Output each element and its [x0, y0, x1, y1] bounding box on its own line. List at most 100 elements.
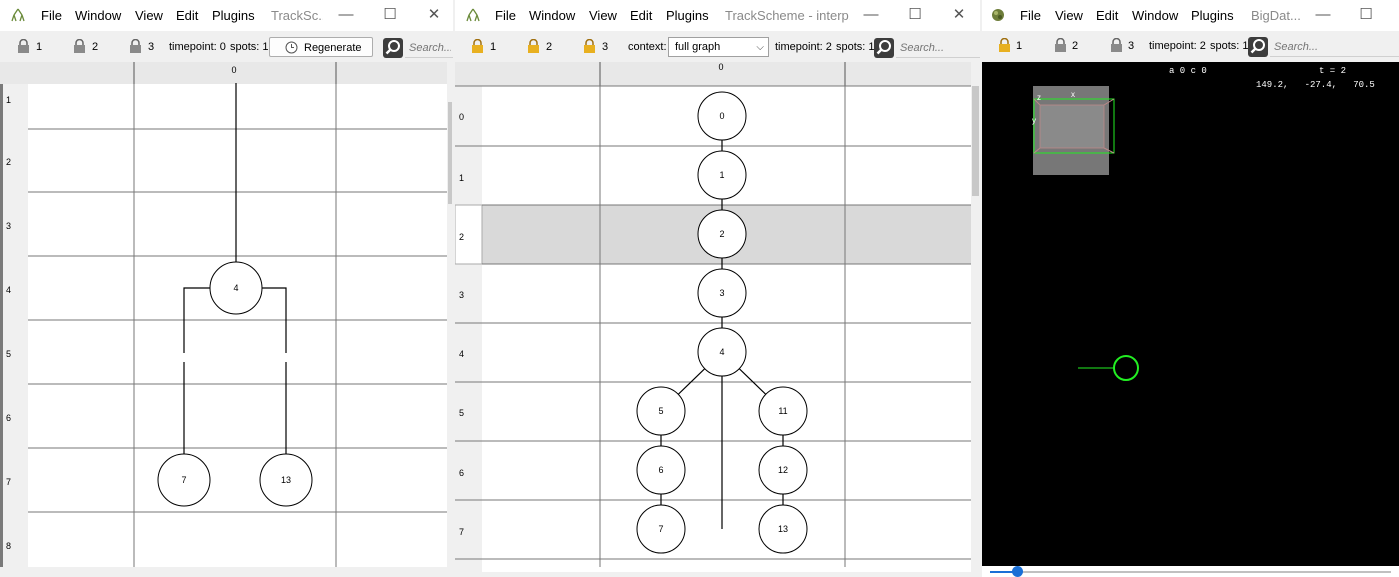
lock-3-label: 3 — [148, 41, 155, 53]
menu-window[interactable]: Window — [1132, 8, 1178, 23]
search-input[interactable] — [896, 38, 980, 58]
node-4[interactable]: 4 — [697, 327, 747, 377]
column-header: 0 — [231, 65, 236, 75]
search-button[interactable] — [874, 38, 894, 58]
node-1[interactable]: 1 — [697, 150, 747, 200]
trackscheme-window-1: File Window View Edit Plugins TrackSc...… — [0, 0, 453, 577]
regenerate-label: Regenerate — [304, 42, 362, 54]
menu-edit[interactable]: Edit — [1096, 8, 1118, 23]
row-label: 0 — [459, 112, 464, 122]
node-7[interactable]: 7 — [636, 504, 686, 554]
row-label: 6 — [6, 413, 11, 423]
lock-icon[interactable] — [527, 39, 540, 53]
lock-icon[interactable] — [17, 39, 30, 53]
axis-y-label: y — [1032, 116, 1036, 125]
search-button[interactable] — [1248, 37, 1268, 57]
context-select[interactable]: full graph ⌵ — [668, 37, 769, 57]
minimize-icon[interactable]: — — [1312, 5, 1334, 25]
menu-file[interactable]: File — [495, 8, 516, 23]
svg-text:13: 13 — [281, 475, 291, 485]
node-13[interactable]: 13 — [259, 453, 313, 507]
node-5[interactable]: 5 — [636, 386, 686, 436]
node-11[interactable]: 11 — [758, 386, 808, 436]
row-label: 4 — [459, 349, 464, 359]
svg-text:11: 11 — [778, 406, 787, 416]
row-label: 4 — [6, 285, 11, 295]
lock-icon[interactable] — [73, 39, 86, 53]
window-title: TrackSc... — [271, 8, 323, 23]
menu-file[interactable]: File — [41, 8, 62, 23]
close-icon[interactable]: ✕ — [423, 5, 445, 25]
menu-view[interactable]: View — [589, 8, 617, 23]
window-title: BigDat... — [1251, 8, 1301, 23]
node-0[interactable]: 0 — [697, 91, 747, 141]
menu-file[interactable]: File — [1020, 8, 1041, 23]
svg-text:0: 0 — [719, 111, 724, 121]
menu-plugins[interactable]: Plugins — [212, 8, 255, 23]
lock-1-label: 1 — [490, 41, 497, 53]
title-bar[interactable]: File Window View Edit Plugins TrackSchem… — [455, 0, 980, 31]
menu-edit[interactable]: Edit — [176, 8, 198, 23]
trackscheme-window-2: File Window View Edit Plugins TrackSchem… — [455, 0, 980, 577]
lock-2-label: 2 — [1072, 40, 1079, 52]
close-icon[interactable]: ✕ — [948, 5, 970, 25]
lock-icon[interactable] — [129, 39, 142, 53]
lock-icon[interactable] — [1110, 38, 1123, 52]
trackscheme-graph[interactable]: 0 1 2 3 4 5 6 7 8 4 7 13 — [0, 62, 453, 577]
row-label: 8 — [6, 541, 11, 551]
minimize-icon[interactable]: — — [860, 5, 882, 25]
row-label: 5 — [6, 349, 11, 359]
lock-1-label: 1 — [36, 41, 43, 53]
menu-window[interactable]: Window — [529, 8, 575, 23]
search-input[interactable] — [405, 38, 453, 58]
bdv-viewer-canvas[interactable]: a 0 c 0 t = 2 149.2, -27.4, 70.5 x z y — [982, 62, 1399, 566]
toolbar: 1 2 3 timepoint: 2 spots: 1 — [982, 31, 1399, 62]
coords-overlay: 149.2, -27.4, 70.5 — [1256, 80, 1375, 90]
node-3[interactable]: 3 — [697, 268, 747, 318]
lock-icon[interactable] — [1054, 38, 1067, 52]
node-12[interactable]: 12 — [758, 445, 808, 495]
row-label: 1 — [6, 95, 11, 105]
regenerate-button[interactable]: Regenerate — [269, 37, 373, 57]
node-4[interactable]: 4 — [209, 261, 263, 315]
node-6[interactable]: 6 — [636, 445, 686, 495]
menu-plugins[interactable]: Plugins — [666, 8, 709, 23]
svg-text:6: 6 — [658, 465, 663, 475]
lock-2-label: 2 — [92, 41, 99, 53]
mastodon-app-icon — [466, 8, 480, 22]
menu-window[interactable]: Window — [75, 8, 121, 23]
timepoint-slider[interactable] — [982, 566, 1399, 577]
menu-edit[interactable]: Edit — [630, 8, 652, 23]
context-value: full graph — [675, 41, 721, 53]
maximize-icon[interactable]: ☐ — [904, 5, 926, 25]
title-bar[interactable]: File Window View Edit Plugins TrackSc...… — [0, 0, 453, 31]
maximize-icon[interactable]: ☐ — [379, 5, 401, 25]
timepoint-label: timepoint: 2 — [775, 41, 832, 53]
node-13[interactable]: 13 — [758, 504, 808, 554]
lock-icon[interactable] — [998, 38, 1011, 52]
maximize-icon[interactable]: ☐ — [1355, 5, 1377, 25]
lock-3-label: 3 — [602, 41, 609, 53]
svg-text:2: 2 — [719, 229, 724, 239]
navigation-box: x z y — [1032, 86, 1115, 175]
slider-thumb[interactable] — [1012, 566, 1023, 577]
menu-view[interactable]: View — [135, 8, 163, 23]
row-label: 5 — [459, 408, 464, 418]
lock-1-label: 1 — [1016, 40, 1023, 52]
row-label: 2 — [459, 232, 464, 242]
axis-x-label: x — [1071, 90, 1075, 99]
bigdataviewer-window: File View Edit Window Plugins BigDat... … — [982, 0, 1399, 577]
title-bar[interactable]: File View Edit Window Plugins BigDat... … — [982, 0, 1399, 31]
trackscheme-graph[interactable]: 0 0 1 2 3 4 5 6 7 0 1 2 3 4 5 11 6 12 7 … — [455, 62, 980, 577]
lock-icon[interactable] — [471, 39, 484, 53]
svg-text:1: 1 — [719, 170, 724, 180]
lock-3-label: 3 — [1128, 40, 1135, 52]
node-2[interactable]: 2 — [697, 209, 747, 259]
menu-view[interactable]: View — [1055, 8, 1083, 23]
menu-plugins[interactable]: Plugins — [1191, 8, 1234, 23]
search-input[interactable] — [1270, 37, 1399, 57]
lock-icon[interactable] — [583, 39, 596, 53]
minimize-icon[interactable]: — — [335, 5, 357, 25]
node-7[interactable]: 7 — [157, 453, 211, 507]
search-button[interactable] — [383, 38, 403, 58]
